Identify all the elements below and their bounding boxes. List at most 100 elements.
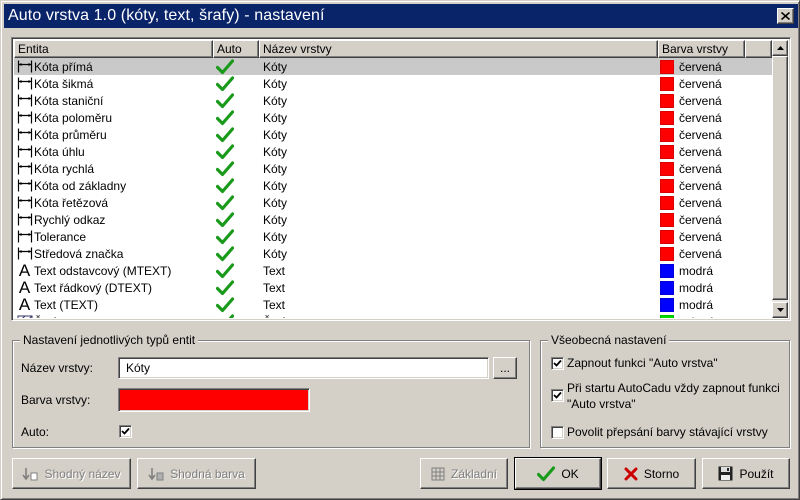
auto-cell[interactable]	[213, 92, 259, 109]
entity-cell: Kóta průměru	[14, 126, 213, 143]
color-swatch	[660, 212, 674, 227]
entity-name: Kóta rychlá	[34, 161, 95, 176]
table-row[interactable]: A Text odstavcový (MTEXT) Text modrá	[14, 262, 772, 279]
apply-button[interactable]: Použít	[702, 458, 790, 489]
ok-button[interactable]: OK	[514, 457, 602, 490]
title-bar[interactable]: Auto vrstva 1.0 (kóty, text, šrafy) - na…	[4, 4, 798, 28]
auto-label: Auto:	[21, 425, 50, 439]
table-row[interactable]: Kóta průměru Kóty červená	[14, 126, 772, 143]
entity-cell: Kóta přímá	[14, 58, 213, 75]
table-row[interactable]: Kóta šikmá Kóty červená	[14, 75, 772, 92]
color-name: červená	[679, 178, 722, 193]
color-name: červená	[679, 76, 722, 91]
table-row[interactable]: Kóta staniční Kóty červená	[14, 92, 772, 109]
auto-cell[interactable]	[213, 296, 259, 313]
color-name: červená	[679, 127, 722, 142]
color-swatch	[660, 76, 674, 91]
green-check-icon	[216, 143, 234, 160]
list-body: Kóta přímá Kóty červená Kóta šikmá Kóty červe…	[14, 58, 772, 318]
auto-cell[interactable]	[213, 143, 259, 160]
table-row[interactable]: A Text řádkový (DTEXT) Text modrá	[14, 279, 772, 296]
column-header-auto[interactable]: Auto	[213, 40, 259, 58]
default-button[interactable]: Základní	[420, 458, 508, 489]
auto-cell[interactable]	[213, 245, 259, 262]
color-swatch	[660, 59, 674, 74]
column-header-layer[interactable]: Název vrstvy	[259, 40, 658, 58]
dimension-icon	[16, 77, 33, 91]
auto-cell[interactable]	[213, 313, 259, 318]
auto-cell[interactable]	[213, 228, 259, 245]
grid-icon	[431, 467, 445, 481]
auto-checkbox[interactable]	[119, 425, 132, 438]
same-color-button[interactable]: Shodná barva	[137, 458, 256, 489]
table-row[interactable]: Kóta rychlá Kóty červená	[14, 160, 772, 177]
same-name-icon	[22, 466, 38, 482]
entity-name: Šrafy	[34, 315, 62, 319]
browse-layer-button[interactable]: ...	[493, 357, 517, 379]
cancel-button[interactable]: Storno	[607, 458, 696, 489]
auto-cell[interactable]	[213, 262, 259, 279]
layer-name-cell: Kóty	[263, 229, 288, 244]
scroll-down-button[interactable]	[772, 302, 788, 318]
column-header-entity[interactable]: Entita	[14, 40, 213, 58]
text-icon: A	[18, 262, 31, 279]
checkmark-icon	[121, 427, 130, 435]
table-row[interactable]: Kóta řetězová Kóty červená	[14, 194, 772, 211]
entity-cell: A Text řádkový (DTEXT)	[14, 279, 213, 296]
entity-name: Kóta řetězová	[34, 195, 109, 210]
entity-name: Rychlý odkaz	[34, 212, 106, 227]
auto-cell[interactable]	[213, 160, 259, 177]
entity-cell: Tolerance	[14, 228, 213, 245]
auto-cell[interactable]	[213, 279, 259, 296]
layer-name-cell: Kóty	[263, 93, 288, 108]
layer-name-cell: Kóty	[263, 161, 288, 176]
column-header-color[interactable]: Barva vrstvy	[658, 40, 745, 58]
auto-cell[interactable]	[213, 109, 259, 126]
table-row[interactable]: Kóta přímá Kóty červená	[14, 58, 772, 75]
table-row[interactable]: A Text (TEXT) Text modrá	[14, 296, 772, 313]
same-name-button[interactable]: Shodný název	[12, 458, 131, 489]
table-row[interactable]: Kóta poloměru Kóty červená	[14, 109, 772, 126]
same-color-icon	[148, 466, 164, 482]
dimension-icon	[16, 145, 33, 159]
enable-auto-layer-checkbox[interactable]	[551, 357, 564, 370]
layer-color-cell: červená	[658, 177, 753, 194]
scroll-up-button[interactable]	[772, 40, 788, 56]
color-name: zelená	[679, 315, 714, 319]
layer-color-cell: modrá	[658, 262, 753, 279]
table-row[interactable]: Středová značka Kóty červená	[14, 245, 772, 262]
scroll-thumb[interactable]	[772, 56, 788, 300]
layer-color-cell: červená	[658, 228, 753, 245]
green-check-icon	[216, 109, 234, 126]
layer-name-input[interactable]: Kóty	[118, 357, 489, 379]
layer-name-cell: Kóty	[263, 246, 288, 261]
layer-color-picker[interactable]	[118, 388, 310, 412]
table-row[interactable]: Tolerance Kóty červená	[14, 228, 772, 245]
list-header: Entita Auto Název vrstvy Barva vrstvy	[14, 40, 772, 58]
auto-cell[interactable]	[213, 58, 259, 75]
checkmark-icon	[553, 359, 562, 367]
entity-list[interactable]: Entita Auto Název vrstvy Barva vrstvy Kó…	[11, 37, 791, 321]
auto-cell[interactable]	[213, 126, 259, 143]
auto-cell[interactable]	[213, 177, 259, 194]
table-row[interactable]: Rychlý odkaz Kóty červená	[14, 211, 772, 228]
close-button[interactable]	[777, 8, 794, 24]
overwrite-color-checkbox[interactable]	[551, 426, 564, 439]
auto-cell[interactable]	[213, 211, 259, 228]
layer-color-cell: modrá	[658, 279, 753, 296]
close-icon	[781, 12, 790, 20]
layer-color-cell: červená	[658, 75, 753, 92]
vertical-scrollbar[interactable]	[772, 40, 788, 318]
autostart-checkbox[interactable]	[551, 389, 564, 402]
entity-cell: Kóta úhlu	[14, 143, 213, 160]
table-row[interactable]: Kóta úhlu Kóty červená	[14, 143, 772, 160]
auto-cell[interactable]	[213, 194, 259, 211]
green-check-icon	[216, 92, 234, 109]
dimension-icon	[16, 162, 33, 176]
ok-label: OK	[561, 466, 579, 481]
auto-cell[interactable]	[213, 75, 259, 92]
table-row[interactable]: Šrafy Šrafy zelená	[14, 313, 772, 318]
entity-cell: A Text odstavcový (MTEXT)	[14, 262, 213, 279]
column-header-filler	[745, 40, 772, 58]
table-row[interactable]: Kóta od základny Kóty červená	[14, 177, 772, 194]
